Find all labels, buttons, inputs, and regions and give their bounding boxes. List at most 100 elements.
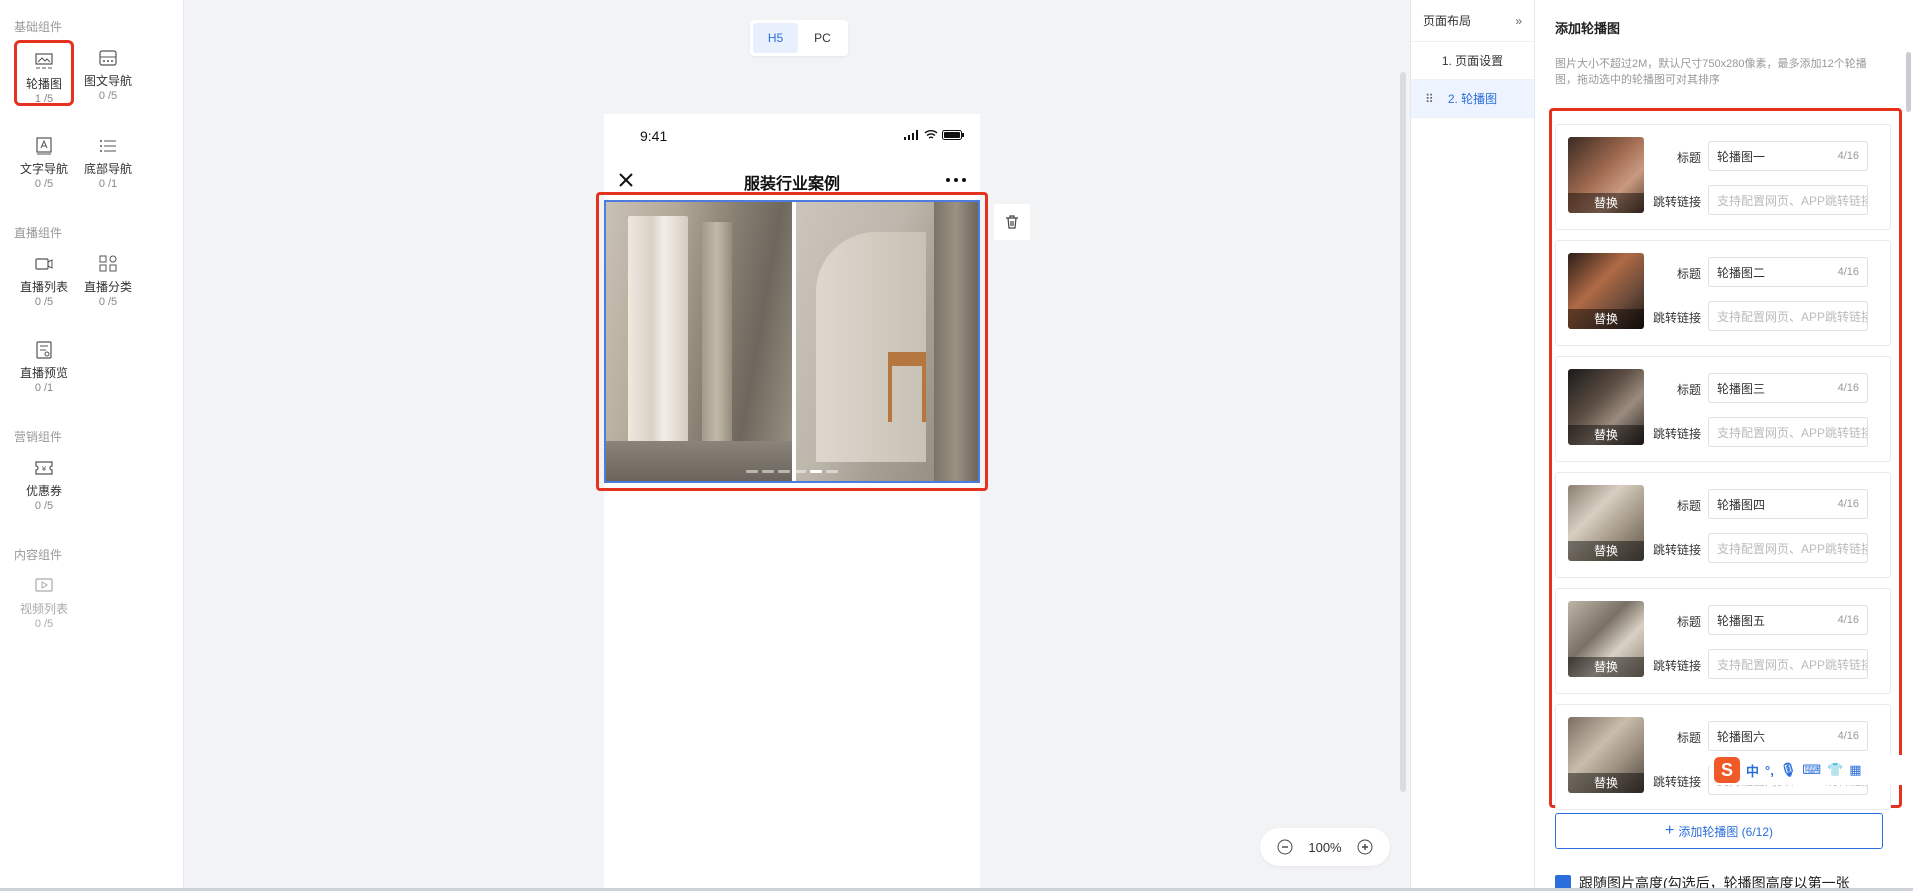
live-list-icon bbox=[35, 258, 53, 270]
component-text-nav[interactable]: 文字导航 0 /5 bbox=[14, 128, 74, 194]
zoom-level: 100% bbox=[1308, 839, 1342, 855]
punctuation-icon[interactable]: °, bbox=[1765, 763, 1774, 778]
link-placeholder: 支持配置网页、APP跳转链接 bbox=[1717, 425, 1868, 440]
title-label: 标题 bbox=[1676, 151, 1701, 165]
add-carousel-label: 添加轮播图 (6/12) bbox=[1678, 824, 1774, 839]
zoom-control: 100% bbox=[1260, 828, 1390, 866]
trash-icon bbox=[1006, 215, 1018, 229]
char-count: 4/16 bbox=[1837, 498, 1859, 510]
keyboard-icon[interactable]: ⌨ bbox=[1802, 762, 1821, 778]
component-count: 0 /5 bbox=[34, 178, 54, 190]
component-name: 文字导航 bbox=[19, 162, 68, 176]
carousel-item-card[interactable]: 替换 标题 轮播图四 4/16 跳转链接 支持配置网页、APP跳转链接 bbox=[1555, 472, 1891, 578]
phone-status-bar: 9:41 bbox=[604, 114, 980, 154]
component-image-nav[interactable]: 图文导航 0 /5 bbox=[78, 40, 138, 106]
sogou-logo-icon[interactable]: S bbox=[1714, 757, 1740, 783]
category-icon bbox=[99, 255, 117, 272]
signal-icon bbox=[904, 130, 918, 140]
component-count: 0 /1 bbox=[34, 382, 54, 394]
link-input[interactable]: 支持配置网页、APP跳转链接 bbox=[1708, 301, 1868, 331]
component-count: 0 /5 bbox=[34, 500, 54, 512]
link-placeholder: 支持配置网页、APP跳转链接 bbox=[1717, 657, 1868, 672]
layout-item-label: 2. 轮播图 bbox=[1447, 92, 1498, 106]
title-input[interactable]: 轮播图二 4/16 bbox=[1708, 257, 1868, 287]
carousel-banner[interactable] bbox=[604, 200, 980, 483]
component-live-preview[interactable]: 直播预览 0 /1 bbox=[14, 332, 74, 398]
char-count: 4/16 bbox=[1837, 150, 1859, 162]
microphone-icon[interactable]: 🎙 bbox=[1780, 762, 1797, 778]
title-label: 标题 bbox=[1676, 499, 1701, 513]
link-input[interactable]: 支持配置网页、APP跳转链接 bbox=[1708, 533, 1868, 563]
layout-item-page-settings[interactable]: 1. 页面设置 bbox=[1411, 42, 1534, 80]
carousel-icon bbox=[35, 53, 53, 69]
delete-component-button[interactable] bbox=[994, 204, 1030, 240]
collapse-icon[interactable]: » bbox=[1515, 14, 1522, 28]
title-label: 标题 bbox=[1676, 615, 1701, 629]
status-icons bbox=[904, 130, 964, 140]
apps-icon[interactable]: ▦ bbox=[1849, 762, 1861, 778]
zoom-in-icon[interactable] bbox=[1357, 839, 1373, 855]
config-description: 图片大小不超过2M，默认尺寸750x280像素，最多添加12个轮播图，拖动选中的… bbox=[1555, 58, 1867, 86]
title-value: 轮播图五 bbox=[1717, 613, 1766, 628]
component-video-list[interactable]: 视频列表 0 /5 bbox=[14, 568, 74, 634]
mode-tab-h5[interactable]: H5 bbox=[753, 23, 798, 53]
ime-toolbar: S 中 °, 🎙 ⌨ 👕 ▦ bbox=[1710, 755, 1910, 785]
zoom-out-icon[interactable] bbox=[1277, 839, 1293, 855]
link-input[interactable]: 支持配置网页、APP跳转链接 bbox=[1708, 185, 1868, 215]
add-carousel-button[interactable]: + 添加轮播图 (6/12) bbox=[1555, 813, 1883, 849]
group-title-content: 内容组件 bbox=[14, 548, 63, 562]
wifi-icon bbox=[924, 130, 938, 139]
title-input[interactable]: 轮播图三 4/16 bbox=[1708, 373, 1868, 403]
title-value: 轮播图四 bbox=[1717, 497, 1766, 512]
title-input[interactable]: 轮播图一 4/16 bbox=[1708, 141, 1868, 171]
carousel-item-card[interactable]: 替换 标题 轮播图三 4/16 跳转链接 支持配置网页、APP跳转链接 bbox=[1555, 356, 1891, 462]
component-name: 直播预览 bbox=[19, 366, 68, 380]
component-name: 轮播图 bbox=[25, 77, 62, 91]
more-icon[interactable] bbox=[944, 170, 968, 190]
page-layout-panel: 页面布局 » 1. 页面设置 ⠿ 2. 轮播图 bbox=[1410, 0, 1535, 891]
component-bottom-nav[interactable]: 底部导航 0 /1 bbox=[78, 128, 138, 194]
drag-handle-icon[interactable]: ⠿ bbox=[1425, 92, 1434, 106]
layout-header: 页面布局 » bbox=[1411, 0, 1534, 42]
component-live-category[interactable]: 直播分类 0 /5 bbox=[78, 246, 138, 312]
component-name: 直播列表 bbox=[19, 280, 68, 294]
component-panel: 基础组件 轮播图 1 /5 图文导航 0 /5 文字导航 0 /5 底部导航 0… bbox=[0, 0, 184, 891]
carousel-item-card[interactable]: 替换 标题 轮播图五 4/16 跳转链接 支持配置网页、APP跳转链接 bbox=[1555, 588, 1891, 694]
component-name: 优惠券 bbox=[25, 484, 62, 498]
title-input[interactable]: 轮播图五 4/16 bbox=[1708, 605, 1868, 635]
title-input[interactable]: 轮播图六 4/16 bbox=[1708, 721, 1868, 751]
component-count: 0 /5 bbox=[34, 296, 54, 308]
title-label: 标题 bbox=[1676, 731, 1701, 745]
ime-mode[interactable]: 中 bbox=[1746, 761, 1759, 780]
mode-tab-pc[interactable]: PC bbox=[800, 23, 845, 53]
title-label: 标题 bbox=[1676, 383, 1701, 397]
config-scrollbar[interactable] bbox=[1906, 52, 1911, 112]
char-count: 4/16 bbox=[1837, 382, 1859, 394]
link-label: 跳转链接 bbox=[1652, 427, 1701, 441]
component-carousel[interactable]: 轮播图 1 /5 bbox=[14, 40, 74, 106]
link-label: 跳转链接 bbox=[1652, 659, 1701, 673]
link-input[interactable]: 支持配置网页、APP跳转链接 bbox=[1708, 649, 1868, 679]
canvas-scrollbar[interactable] bbox=[1400, 72, 1406, 792]
link-input[interactable]: 支持配置网页、APP跳转链接 bbox=[1708, 417, 1868, 447]
group-title-marketing: 营销组件 bbox=[14, 430, 63, 444]
component-live-list[interactable]: 直播列表 0 /5 bbox=[14, 246, 74, 312]
device-mode-toggle: H5 PC bbox=[750, 20, 848, 56]
title-value: 轮播图二 bbox=[1717, 265, 1766, 280]
carousel-item-card[interactable]: 替换 标题 轮播图二 4/16 跳转链接 支持配置网页、APP跳转链接 bbox=[1555, 240, 1891, 346]
title-label: 标题 bbox=[1676, 267, 1701, 281]
title-value: 轮播图六 bbox=[1717, 729, 1766, 744]
title-input[interactable]: 轮播图四 4/16 bbox=[1708, 489, 1868, 519]
group-title-basic: 基础组件 bbox=[14, 20, 63, 34]
link-label: 跳转链接 bbox=[1652, 775, 1701, 789]
link-placeholder: 支持配置网页、APP跳转链接 bbox=[1717, 193, 1868, 208]
link-label: 跳转链接 bbox=[1652, 543, 1701, 557]
component-count: 0 /5 bbox=[34, 618, 54, 630]
list-icon bbox=[100, 140, 116, 152]
config-title: 添加轮播图 bbox=[1555, 21, 1621, 36]
component-coupon[interactable]: ¥ 优惠券 0 /5 bbox=[14, 450, 74, 516]
carousel-item-card[interactable]: 替换 标题 轮播图一 4/16 跳转链接 支持配置网页、APP跳转链接 bbox=[1555, 124, 1891, 230]
layout-title: 页面布局 bbox=[1423, 14, 1472, 28]
skin-icon[interactable]: 👕 bbox=[1827, 762, 1843, 778]
layout-item-carousel[interactable]: ⠿ 2. 轮播图 bbox=[1411, 80, 1534, 118]
